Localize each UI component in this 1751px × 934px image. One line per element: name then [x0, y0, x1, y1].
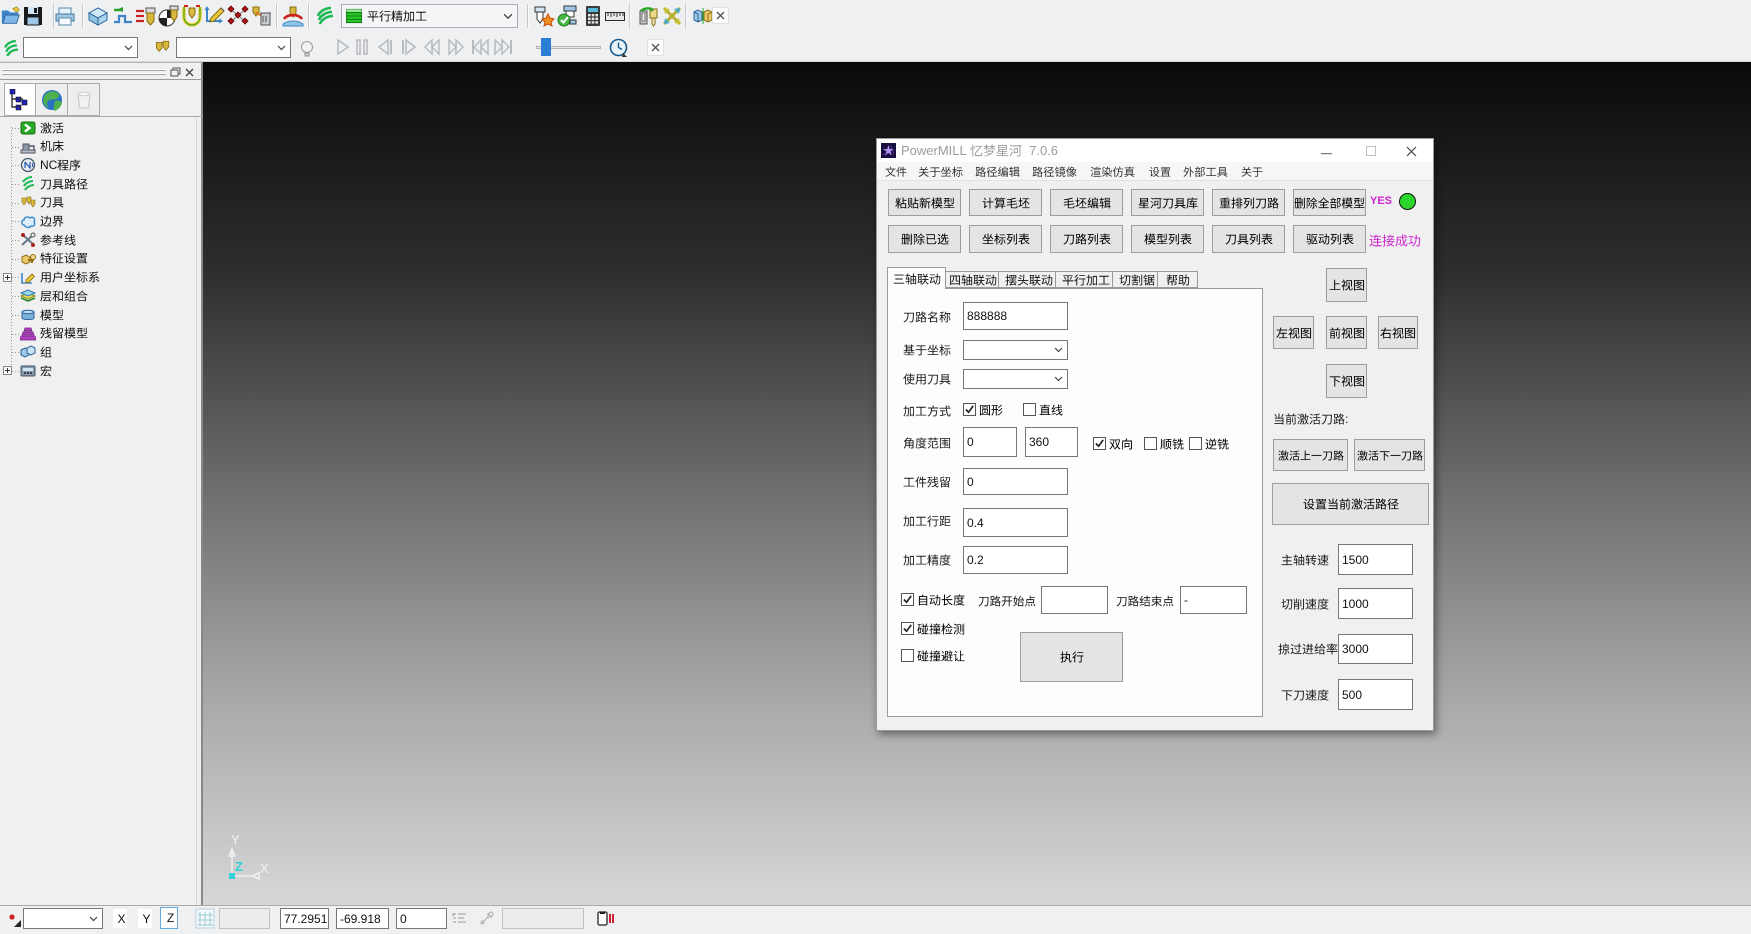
svg-text:X: X	[260, 861, 269, 876]
svg-text:Z: Z	[235, 859, 243, 874]
svg-text:Y: Y	[231, 832, 240, 847]
